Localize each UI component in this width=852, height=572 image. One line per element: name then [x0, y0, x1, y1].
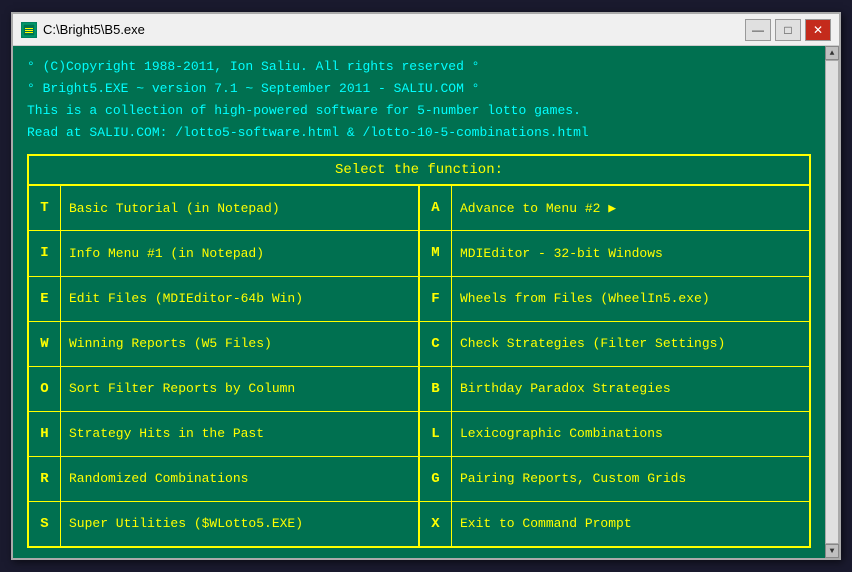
menu-key-left-7: S	[29, 502, 61, 546]
menu-key-right-5: L	[420, 412, 452, 456]
menu-key-left-5: H	[29, 412, 61, 456]
menu-key-right-0: A	[420, 186, 452, 230]
menu-row: EEdit Files (MDIEditor-64b Win)FWheels f…	[29, 277, 809, 322]
header-text: ° (C)Copyright 1988-2011, Ion Saliu. All…	[27, 56, 825, 144]
header-line2: ° Bright5.EXE ~ version 7.1 ~ September …	[27, 78, 825, 100]
close-button[interactable]: ✕	[805, 19, 831, 41]
menu-left-5[interactable]: HStrategy Hits in the Past	[29, 412, 420, 456]
scroll-up-arrow[interactable]: ▲	[825, 46, 839, 60]
scroll-down-arrow[interactable]: ▼	[825, 544, 839, 558]
terminal-content: ° (C)Copyright 1988-2011, Ion Saliu. All…	[13, 46, 839, 558]
menu-key-left-3: W	[29, 322, 61, 366]
menu-label-left-0: Basic Tutorial (in Notepad)	[61, 199, 288, 218]
menu-label-left-6: Randomized Combinations	[61, 469, 256, 488]
menu-label-right-3: Check Strategies (Filter Settings)	[452, 334, 733, 353]
menu-key-right-7: X	[420, 502, 452, 546]
menu-row: OSort Filter Reports by ColumnBBirthday …	[29, 367, 809, 412]
menu-row: TBasic Tutorial (in Notepad)AAdvance to …	[29, 186, 809, 231]
header-line3: This is a collection of high-powered sof…	[27, 100, 825, 122]
menu-label-right-7: Exit to Command Prompt	[452, 514, 640, 533]
menu-key-right-4: B	[420, 367, 452, 411]
menu-key-right-6: G	[420, 457, 452, 501]
menu-label-left-5: Strategy Hits in the Past	[61, 424, 272, 443]
menu-key-left-4: O	[29, 367, 61, 411]
menu-label-right-4: Birthday Paradox Strategies	[452, 379, 679, 398]
menu-rows: TBasic Tutorial (in Notepad)AAdvance to …	[29, 186, 809, 546]
maximize-button[interactable]: □	[775, 19, 801, 41]
menu-label-left-7: Super Utilities ($WLotto5.EXE)	[61, 514, 311, 533]
menu-left-1[interactable]: IInfo Menu #1 (in Notepad)	[29, 231, 420, 275]
menu-title: Select the function:	[29, 156, 809, 186]
menu-row: SSuper Utilities ($WLotto5.EXE)XExit to …	[29, 502, 809, 546]
menu-right-6[interactable]: GPairing Reports, Custom Grids	[420, 457, 809, 501]
window-controls: — □ ✕	[745, 19, 831, 41]
menu-right-2[interactable]: FWheels from Files (WheelIn5.exe)	[420, 277, 809, 321]
menu-key-right-2: F	[420, 277, 452, 321]
menu-right-4[interactable]: BBirthday Paradox Strategies	[420, 367, 809, 411]
menu-label-right-2: Wheels from Files (WheelIn5.exe)	[452, 289, 718, 308]
menu-label-left-3: Winning Reports (W5 Files)	[61, 334, 280, 353]
menu-left-0[interactable]: TBasic Tutorial (in Notepad)	[29, 186, 420, 230]
menu-left-3[interactable]: WWinning Reports (W5 Files)	[29, 322, 420, 366]
scroll-track[interactable]	[825, 60, 839, 544]
menu-right-5[interactable]: LLexicographic Combinations	[420, 412, 809, 456]
scrollbar[interactable]: ▲ ▼	[825, 46, 839, 558]
menu-left-2[interactable]: EEdit Files (MDIEditor-64b Win)	[29, 277, 420, 321]
header-line4: Read at SALIU.COM: /lotto5-software.html…	[27, 122, 825, 144]
menu-key-left-0: T	[29, 186, 61, 230]
menu-right-3[interactable]: CCheck Strategies (Filter Settings)	[420, 322, 809, 366]
main-window: C:\Bright5\B5.exe — □ ✕ ° (C)Copyright 1…	[11, 12, 841, 560]
menu-right-0[interactable]: AAdvance to Menu #2 ▶	[420, 186, 809, 230]
title-bar: C:\Bright5\B5.exe — □ ✕	[13, 14, 839, 46]
menu-row: IInfo Menu #1 (in Notepad)MMDIEditor - 3…	[29, 231, 809, 276]
menu-key-left-1: I	[29, 231, 61, 275]
menu-label-right-6: Pairing Reports, Custom Grids	[452, 469, 694, 488]
menu-row: HStrategy Hits in the PastLLexicographic…	[29, 412, 809, 457]
menu-key-right-1: M	[420, 231, 452, 275]
menu-label-left-4: Sort Filter Reports by Column	[61, 379, 303, 398]
menu-row: RRandomized CombinationsGPairing Reports…	[29, 457, 809, 502]
menu-left-7[interactable]: SSuper Utilities ($WLotto5.EXE)	[29, 502, 420, 546]
menu-key-left-2: E	[29, 277, 61, 321]
menu-right-1[interactable]: MMDIEditor - 32-bit Windows	[420, 231, 809, 275]
menu-label-right-5: Lexicographic Combinations	[452, 424, 671, 443]
menu-label-right-0: Advance to Menu #2 ▶	[452, 199, 624, 218]
minimize-button[interactable]: —	[745, 19, 771, 41]
window-title: C:\Bright5\B5.exe	[43, 22, 745, 37]
menu-label-right-1: MDIEditor - 32-bit Windows	[452, 244, 671, 263]
header-line1: ° (C)Copyright 1988-2011, Ion Saliu. All…	[27, 56, 825, 78]
menu-left-6[interactable]: RRandomized Combinations	[29, 457, 420, 501]
menu-key-right-3: C	[420, 322, 452, 366]
menu-label-left-1: Info Menu #1 (in Notepad)	[61, 244, 272, 263]
menu-container: Select the function: TBasic Tutorial (in…	[27, 154, 811, 548]
menu-key-left-6: R	[29, 457, 61, 501]
window-icon	[21, 22, 37, 38]
menu-left-4[interactable]: OSort Filter Reports by Column	[29, 367, 420, 411]
menu-row: WWinning Reports (W5 Files)CCheck Strate…	[29, 322, 809, 367]
menu-right-7[interactable]: XExit to Command Prompt	[420, 502, 809, 546]
menu-label-left-2: Edit Files (MDIEditor-64b Win)	[61, 289, 311, 308]
